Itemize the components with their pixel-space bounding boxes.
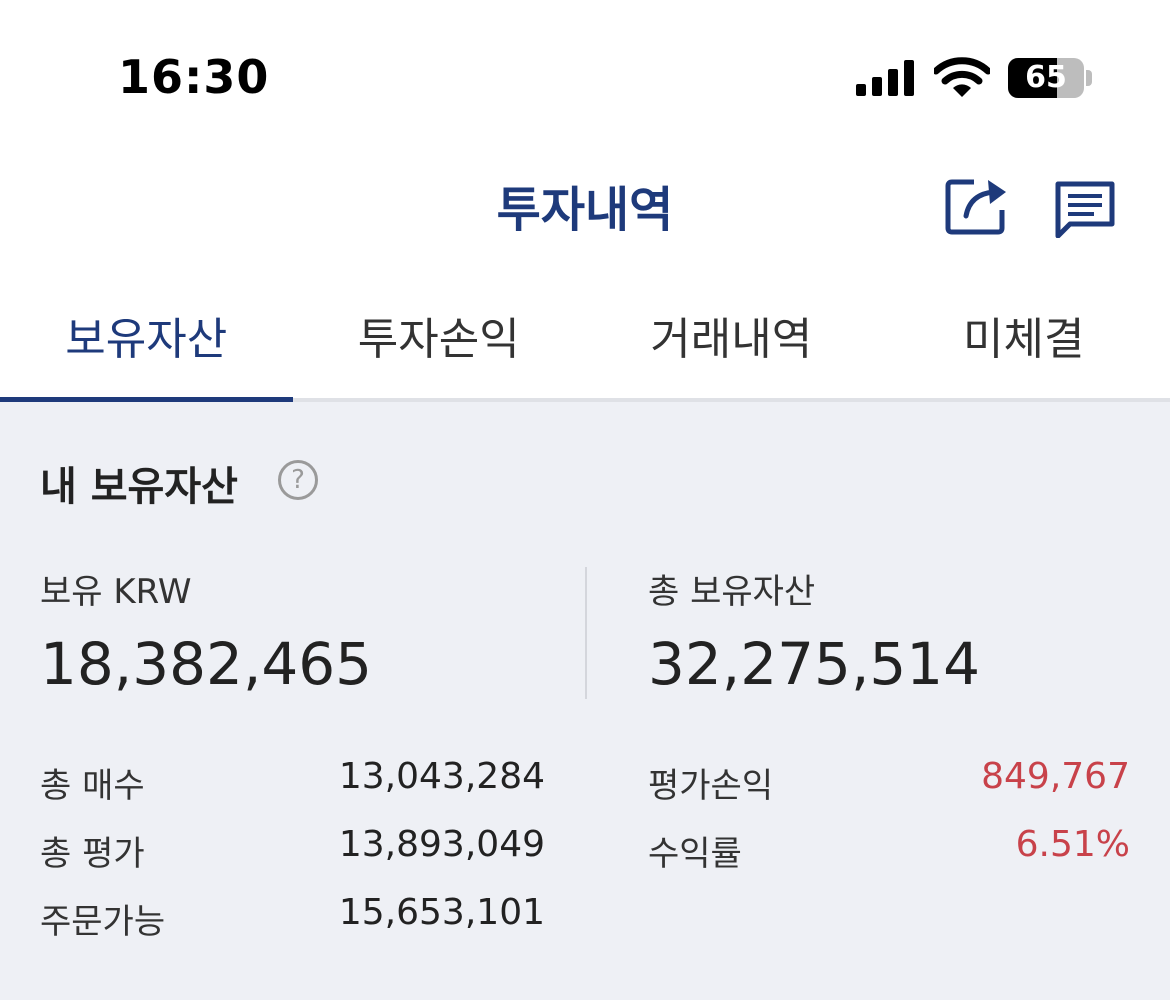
battery-icon: 65 — [1008, 58, 1084, 98]
krw-balance-label: 보유 KRW — [40, 572, 192, 612]
section-title: 내 보유자산 — [40, 464, 238, 510]
unrealized-pnl-label: 평가손익 — [648, 766, 774, 806]
orderable-value: 15,653,101 — [338, 892, 545, 933]
return-rate-label: 수익률 — [648, 834, 742, 874]
share-icon[interactable] — [944, 172, 1012, 236]
total-assets-label: 총 보유자산 — [648, 572, 816, 612]
tab-bar: 보유자산 투자손익 거래내역 미체결 — [0, 290, 1170, 402]
total-assets-value: 32,275,514 — [648, 630, 981, 698]
total-buy-label: 총 매수 — [40, 766, 145, 806]
cellular-signal-icon — [856, 60, 914, 96]
krw-balance-value: 18,382,465 — [40, 630, 373, 698]
orderable-label: 주문가능 — [40, 902, 166, 942]
tab-holdings[interactable]: 보유자산 — [0, 290, 293, 402]
battery-level: 65 — [1025, 60, 1067, 95]
total-valuation-value: 13,893,049 — [338, 824, 545, 865]
wifi-icon — [934, 57, 990, 97]
tab-transactions[interactable]: 거래내역 — [585, 290, 878, 398]
status-time: 16:30 — [118, 50, 270, 104]
tab-profit-loss[interactable]: 투자손익 — [293, 290, 586, 398]
total-valuation-label: 총 평가 — [40, 834, 145, 874]
tab-pending-orders[interactable]: 미체결 — [878, 290, 1170, 398]
unrealized-pnl-value: 849,767 — [981, 756, 1130, 797]
chat-icon[interactable] — [1054, 180, 1116, 238]
return-rate-value: 6.51% — [1015, 824, 1130, 865]
status-bar: 16:30 65 — [0, 0, 1170, 150]
help-icon[interactable]: ? — [278, 460, 318, 500]
battery-cap — [1086, 70, 1092, 86]
summary-divider — [585, 567, 587, 699]
total-buy-value: 13,043,284 — [338, 756, 545, 797]
holdings-panel: 내 보유자산 ? 보유 KRW 18,382,465 총 보유자산 32,275… — [0, 402, 1170, 1000]
